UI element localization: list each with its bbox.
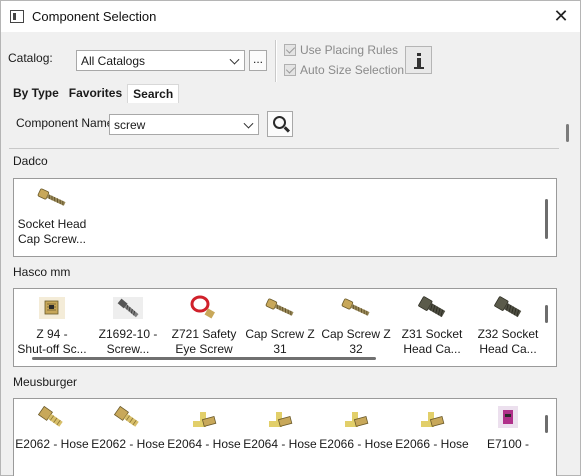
item-row: Z 94 - Shut-off Sc... Z1692-10 - Screw...… — [14, 289, 546, 366]
results-scrollbar[interactable] — [566, 124, 569, 142]
item-row: E2062 - Hose E2062 - Hose E2064 - Hose E206… — [14, 399, 546, 476]
component-item-label: E2064 - Hose — [243, 437, 317, 451]
component-item[interactable]: E2064 - Hose — [166, 399, 242, 476]
tab-by-type[interactable]: By Type — [8, 84, 64, 103]
tab-favorites[interactable]: Favorites — [64, 84, 127, 103]
tab-bar: By Type Favorites Search — [8, 84, 180, 104]
component-item[interactable]: Z31 Socket Head Ca... — [394, 289, 470, 366]
browse-catalog-button[interactable]: ... — [249, 50, 267, 71]
hose-fitting-icon — [14, 403, 90, 433]
component-item[interactable]: Z 94 - Shut-off Sc... — [14, 289, 90, 366]
window-icon — [10, 10, 24, 23]
component-item[interactable]: Z721 Safety Eye Screw — [166, 289, 242, 366]
divider — [9, 148, 559, 149]
hose-elbow-icon — [318, 403, 394, 433]
use-placing-rules-checkbox[interactable]: Use Placing Rules — [284, 43, 398, 57]
component-item-label: E2064 - Hose — [167, 437, 241, 451]
component-item-label: E2062 - Hose — [91, 437, 165, 451]
checkbox-checked-icon — [284, 44, 296, 56]
eye-screw-icon — [166, 293, 242, 323]
section-title-dadco: Dadco — [13, 154, 48, 168]
component-item[interactable]: Z1692-10 - Screw... — [90, 289, 166, 366]
search-icon-handle — [283, 126, 291, 133]
hasco-vertical-scrollbar[interactable] — [545, 305, 548, 323]
auto-size-selection-label: Auto Size Selection — [300, 63, 405, 77]
plug-icon — [470, 403, 546, 433]
chevron-down-icon — [243, 118, 254, 129]
shutoff-screw-icon — [14, 293, 90, 323]
component-name-value: screw — [114, 117, 146, 132]
meusburger-results: E2062 - Hose E2062 - Hose E2064 - Hose E206… — [13, 398, 557, 476]
dadco-scrollbar[interactable] — [545, 199, 548, 239]
hose-elbow-icon — [394, 403, 470, 433]
hose-elbow-icon — [166, 403, 242, 433]
title-bar: Component Selection ✕ — [1, 1, 580, 32]
component-item[interactable]: E2064 - Hose — [242, 399, 318, 476]
component-item-label: Z1692-10 - Screw... — [98, 327, 158, 356]
chevron-down-icon — [229, 54, 240, 65]
cap-screw-icon — [318, 293, 394, 323]
component-item-label: E7100 - — [486, 437, 530, 451]
component-item-label: Z31 Socket Head Ca... — [401, 327, 463, 356]
section-title-meusburger: Meusburger — [13, 375, 78, 389]
component-item[interactable]: E7100 - — [470, 399, 546, 476]
catalog-dropdown[interactable]: All Catalogs — [76, 50, 245, 71]
component-item[interactable]: E2066 - Hose — [318, 399, 394, 476]
component-item[interactable]: Cap Screw Z 32 — [318, 289, 394, 366]
dadco-results: Socket Head Cap Screw... — [13, 178, 557, 257]
socket-head-icon — [470, 293, 546, 323]
component-item[interactable]: E2062 - Hose — [90, 399, 166, 476]
section-title-hasco: Hasco mm — [13, 265, 71, 279]
socket-head-icon — [394, 293, 470, 323]
close-button[interactable]: ✕ — [548, 4, 574, 28]
hasco-horizontal-scrollbar[interactable] — [32, 357, 376, 360]
tab-search[interactable]: Search — [127, 84, 180, 103]
divider — [276, 40, 277, 82]
info-icon-base — [414, 67, 424, 69]
hose-elbow-icon — [242, 403, 318, 433]
component-item-label: Cap Screw Z 32 — [321, 327, 391, 356]
component-name-label: Component Name: — [16, 116, 117, 130]
component-item-label: Socket Head Cap Screw... — [17, 217, 87, 246]
window-title: Component Selection — [32, 9, 157, 24]
component-item-label: Z 94 - Shut-off Sc... — [17, 327, 87, 356]
component-item[interactable]: Z32 Socket Head Ca... — [470, 289, 546, 366]
hose-fitting-icon — [90, 403, 166, 433]
auto-size-selection-checkbox[interactable]: Auto Size Selection — [284, 63, 404, 77]
hasco-results: Z 94 - Shut-off Sc... Z1692-10 - Screw...… — [13, 288, 557, 367]
search-button[interactable] — [267, 111, 293, 137]
component-item-label: Cap Screw Z 31 — [245, 327, 315, 356]
component-selection-dialog: Component Selection ✕ Catalog: All Catal… — [0, 0, 581, 476]
catalog-value: All Catalogs — [81, 53, 146, 68]
cap-screw-icon — [242, 293, 318, 323]
screw-icon — [90, 293, 166, 323]
cap-screw-icon — [14, 183, 90, 213]
checkbox-checked-icon — [284, 64, 296, 76]
info-icon-stem — [417, 58, 421, 67]
component-item-label: E2066 - Hose — [319, 437, 393, 451]
meusburger-scrollbar[interactable] — [545, 415, 548, 433]
component-item-label: Z721 Safety Eye Screw — [171, 327, 237, 356]
component-name-combobox[interactable]: screw — [109, 114, 259, 135]
info-button[interactable] — [405, 46, 432, 74]
use-placing-rules-label: Use Placing Rules — [300, 43, 399, 57]
info-icon — [417, 53, 421, 56]
component-item[interactable]: E2066 - Hose — [394, 399, 470, 476]
component-item-label: E2066 - Hose — [395, 437, 469, 451]
component-item-label: E2062 - Hose — [15, 437, 89, 451]
catalog-label: Catalog: — [8, 51, 53, 65]
item-row: Socket Head Cap Screw... — [14, 179, 90, 256]
component-item[interactable]: E2062 - Hose — [14, 399, 90, 476]
component-item-label: Z32 Socket Head Ca... — [477, 327, 539, 356]
component-item[interactable]: Cap Screw Z 31 — [242, 289, 318, 366]
component-item[interactable]: Socket Head Cap Screw... — [14, 179, 90, 256]
